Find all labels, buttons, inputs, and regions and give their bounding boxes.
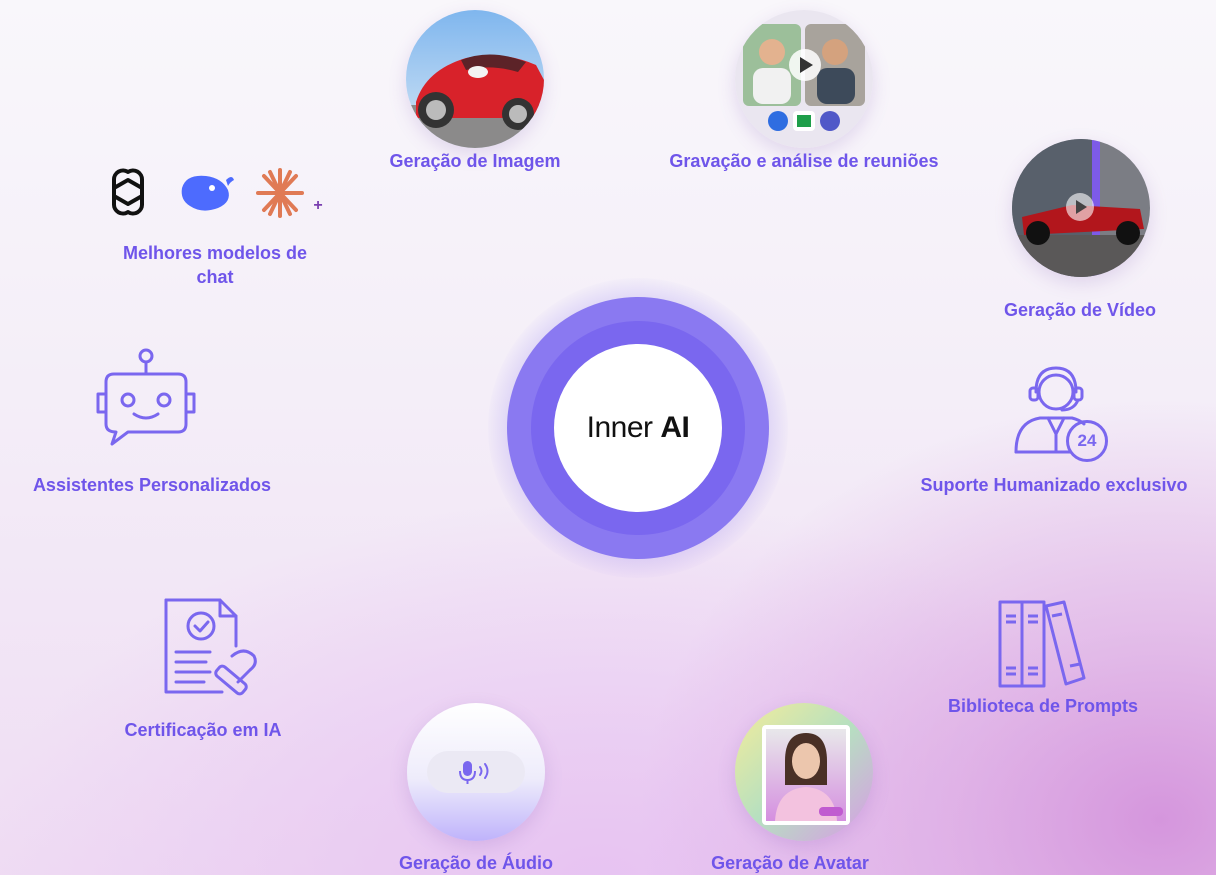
audio-generation-label: Geração de Áudio	[398, 853, 554, 873]
robot-assistant-icon	[94, 348, 198, 448]
chat-models-label: Melhores modelos de chat	[100, 241, 330, 289]
microphone-icon	[459, 761, 489, 784]
meeting-recording-label: Gravação e análise de reuniões	[669, 151, 939, 171]
chat-models-label-line1: Melhores modelos de	[122, 243, 308, 263]
brand-logo-circle: Inner AI	[554, 344, 722, 512]
custom-assistants-label: Assistentes Personalizados	[32, 475, 272, 495]
video-generation-label: Geração de Vídeo	[1003, 300, 1157, 320]
books-library-icon	[996, 598, 1088, 688]
human-support-label: Suporte Humanizado exclusivo	[920, 475, 1188, 495]
audio-generation-thumbnail	[407, 703, 545, 841]
image-generation-label: Geração de Imagem	[389, 151, 561, 171]
chat-models-plus: +	[313, 197, 323, 214]
image-generation-thumbnail	[406, 10, 544, 148]
avatar-generation-label: Geração de Avatar	[711, 853, 869, 873]
meeting-recording-thumbnail	[735, 10, 873, 148]
brand-name-bold: AI	[660, 411, 690, 444]
support-24h-text: 24	[1077, 431, 1097, 450]
brand-logo: Inner AI	[587, 411, 690, 445]
avatar-generation-thumbnail	[735, 703, 873, 841]
brand-name-light: Inner	[586, 411, 653, 444]
support-24h-badge: 24	[1066, 420, 1108, 462]
deepseek-logo-icon	[176, 170, 236, 214]
prompt-library-label: Biblioteca de Prompts	[947, 696, 1139, 716]
openai-logo-icon	[102, 166, 154, 218]
certificate-stamp-icon	[160, 596, 264, 696]
ai-certification-label: Certificação em IA	[124, 720, 282, 740]
claude-logo-icon	[252, 166, 310, 220]
video-generation-thumbnail	[1012, 139, 1150, 277]
chat-models-label-line2: chat	[196, 267, 234, 287]
